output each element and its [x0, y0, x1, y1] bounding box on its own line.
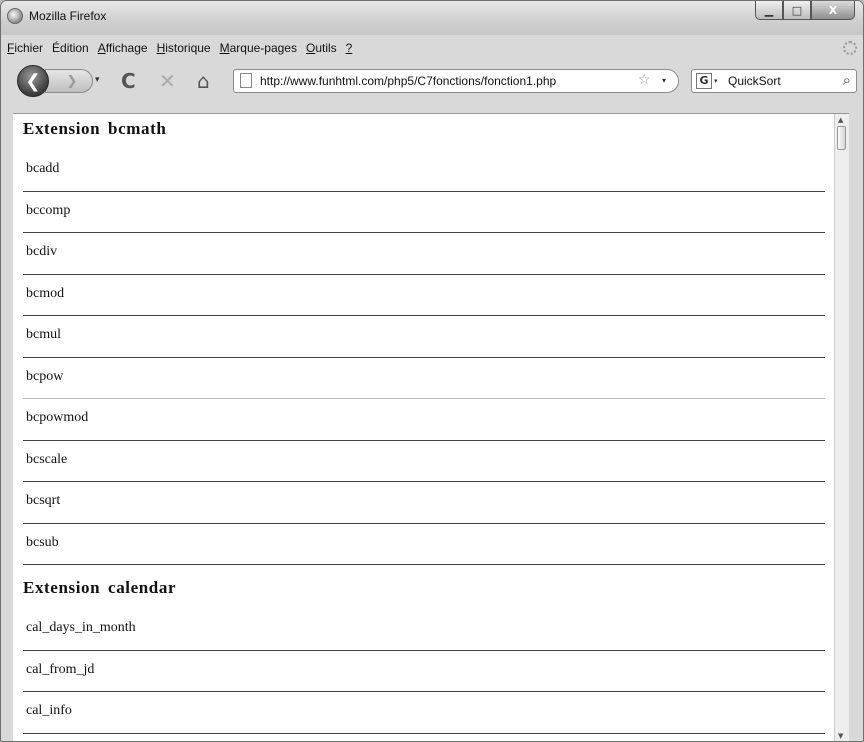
search-input[interactable]: QuickSort: [728, 74, 781, 88]
browser-window: Mozilla Firefox ▁ □ X Fichier Édition Affi…: [0, 0, 864, 742]
search-box[interactable]: G ▾ QuickSort ⌕: [691, 69, 857, 93]
address-bar[interactable]: http://www.funhtml.com/php5/C7fonctions/…: [233, 69, 679, 93]
function-row[interactable]: bcdiv: [23, 233, 825, 275]
function-row[interactable]: bccomp: [23, 192, 825, 233]
stop-icon[interactable]: ✕: [159, 69, 176, 93]
back-button[interactable]: ❮: [17, 65, 49, 97]
scroll-up-icon[interactable]: ▲: [838, 116, 843, 124]
scroll-down-icon[interactable]: ▼: [838, 732, 843, 740]
menu-item-2[interactable]: Affichage: [98, 41, 148, 55]
navigation-toolbar: ❯ ❮ ▾ C ✕ ⌂ http://www.funhtml.com/php5/…: [1, 59, 863, 113]
menu-item-1[interactable]: Édition: [52, 41, 89, 55]
function-row[interactable]: cal_days_in_month: [23, 609, 825, 651]
forward-button[interactable]: ❯: [45, 69, 93, 93]
minimize-button[interactable]: ▁: [755, 1, 783, 20]
vertical-scrollbar[interactable]: ▲ ▼: [834, 114, 849, 741]
url-dropdown-icon[interactable]: ▾: [662, 76, 666, 85]
function-row[interactable]: bcscale: [23, 441, 825, 482]
function-row[interactable]: cal_from_jd: [23, 651, 825, 692]
url-text[interactable]: http://www.funhtml.com/php5/C7fonctions/…: [260, 74, 556, 88]
section-heading: Extension calendar: [23, 578, 177, 597]
magnifier-icon[interactable]: ⌕: [843, 71, 851, 89]
function-row[interactable]: cal_info: [23, 692, 825, 734]
home-icon[interactable]: ⌂: [197, 69, 210, 93]
menu-item-5[interactable]: Outils: [306, 41, 337, 55]
window-controls: ▁ □ X: [755, 1, 855, 21]
maximize-button[interactable]: □: [783, 1, 811, 20]
google-icon[interactable]: G: [696, 73, 712, 89]
close-button[interactable]: X: [811, 1, 855, 20]
page-content: Extension bcmath bcadd bccomp bcdiv bcmod bcm…: [13, 113, 849, 741]
back-arrow-icon: ❮: [25, 70, 41, 92]
section-heading: Extension bcmath: [23, 119, 167, 138]
menu-item-0[interactable]: Fichier: [7, 41, 43, 55]
function-row[interactable]: bcpowmod: [23, 399, 825, 441]
function-row[interactable]: bcadd: [23, 150, 825, 192]
star-icon[interactable]: ☆: [638, 72, 651, 88]
menu-item-3[interactable]: Historique: [157, 41, 211, 55]
reload-icon[interactable]: C: [121, 69, 136, 93]
window-title: Mozilla Firefox: [29, 9, 107, 23]
function-row[interactable]: bcmod: [23, 275, 825, 316]
function-row[interactable]: bcpow: [23, 358, 825, 399]
firefox-logo-icon: [7, 8, 23, 24]
page-icon: [240, 73, 252, 88]
history-dropdown-icon[interactable]: ▾: [95, 75, 100, 85]
menu-item-4[interactable]: Marque-pages: [220, 41, 297, 55]
forward-arrow-icon: ❯: [66, 73, 78, 89]
function-row[interactable]: bcmul: [23, 316, 825, 358]
engine-dropdown-icon[interactable]: ▾: [714, 77, 718, 85]
function-list: Extension bcmath bcadd bccomp bcdiv bcmod bcm…: [23, 114, 825, 734]
function-row[interactable]: bcsqrt: [23, 482, 825, 524]
title-bar[interactable]: Mozilla Firefox ▁ □ X: [1, 1, 863, 35]
throbber-icon: [843, 41, 857, 55]
scroll-thumb[interactable]: [837, 126, 846, 150]
menu-bar: Fichier Édition Affichage Historique Marque-…: [1, 37, 863, 59]
function-row[interactable]: bcsub: [23, 524, 825, 565]
menu-item-6[interactable]: ?: [346, 41, 353, 55]
